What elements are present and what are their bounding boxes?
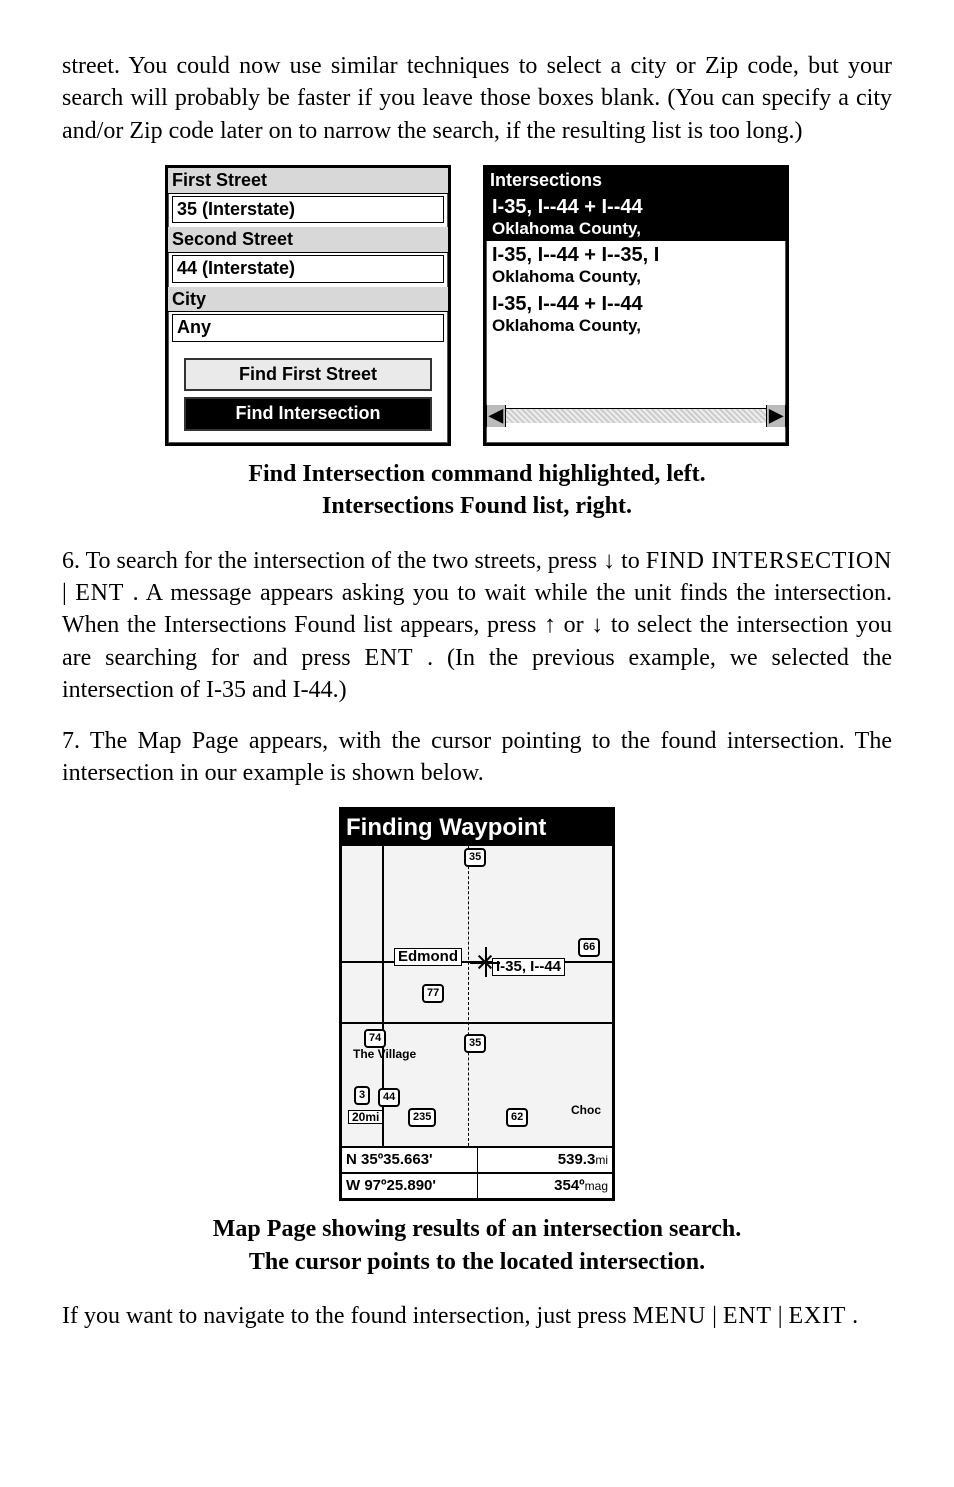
item-line1: I-35, I--44 + I--35, I: [492, 243, 780, 267]
second-street-input[interactable]: 44 (Interstate): [172, 255, 444, 283]
scroll-right-icon[interactable]: ▶: [766, 405, 786, 427]
city-label: City: [168, 287, 448, 313]
intersections-found-list: Intersections I-35, I--44 + I--44 Oklaho…: [483, 165, 789, 446]
route-shield: 66: [578, 938, 600, 957]
longitude: W 97º25.890': [342, 1174, 478, 1198]
place-village: The Village: [350, 1048, 419, 1061]
intersection-label: I-35, I--44: [492, 958, 565, 976]
first-street-input[interactable]: 35 (Interstate): [172, 196, 444, 224]
intro-paragraph: street. You could now use similar techni…: [62, 50, 892, 147]
cursor-center-icon: [476, 953, 494, 971]
route-shield: 62: [506, 1108, 528, 1127]
map-canvas[interactable]: 35 66 77 74 35 3 44 235 62 Edmond I-35, …: [342, 846, 612, 1146]
kbd-find-intersection: FIND INTERSECTION: [646, 548, 892, 574]
intersection-screens: First Street 35 (Interstate) Second Stre…: [62, 165, 892, 446]
route-shield: 35: [464, 1034, 486, 1053]
item-line2: Oklahoma County,: [492, 316, 780, 336]
scroll-track[interactable]: [506, 409, 766, 423]
step-7: 7. The Map Page appears, with the cursor…: [62, 725, 892, 790]
route-shield: 35: [464, 848, 486, 867]
kbd-ent: ENT: [365, 645, 414, 671]
kbd-ent: ENT: [723, 1303, 772, 1329]
item-line2: Oklahoma County,: [492, 267, 780, 287]
item-line2: Oklahoma County,: [492, 219, 780, 239]
scrollbar[interactable]: ◀ ▶: [486, 408, 786, 423]
item-line1: I-35, I--44 + I--44: [492, 292, 780, 316]
place-choc: Choc: [568, 1104, 604, 1117]
list-item[interactable]: I-35, I--44 + I--44 Oklahoma County,: [486, 193, 786, 241]
bearing: 354ºmag: [478, 1174, 613, 1198]
route-shield: 74: [364, 1029, 386, 1048]
list-item[interactable]: I-35, I--44 + I--44 Oklahoma County,: [486, 290, 786, 338]
intersections-title: Intersections: [486, 168, 786, 193]
find-intersection-form: First Street 35 (Interstate) Second Stre…: [165, 165, 451, 446]
distance: 539.3mi: [478, 1148, 613, 1172]
route-shield: 77: [422, 984, 444, 1003]
first-street-label: First Street: [168, 168, 448, 194]
caption-2: Map Page showing results of an intersect…: [62, 1213, 892, 1278]
find-first-street-button[interactable]: Find First Street: [184, 358, 431, 392]
scroll-left-icon[interactable]: ◀: [486, 405, 506, 427]
list-item[interactable]: I-35, I--44 + I--35, I Oklahoma County,: [486, 241, 786, 289]
route-shield: 44: [378, 1088, 400, 1107]
kbd-exit: EXIT: [789, 1303, 847, 1329]
map-title: Finding Waypoint: [342, 810, 612, 845]
kbd-menu: MENU: [633, 1303, 707, 1329]
item-line1: I-35, I--44 + I--44: [492, 195, 780, 219]
find-intersection-button[interactable]: Find Intersection: [184, 397, 431, 431]
step-6: 6. To search for the intersection of the…: [62, 545, 892, 707]
route-shield: 235: [408, 1108, 436, 1127]
map-scale: 20mi: [348, 1110, 383, 1125]
city-input[interactable]: Any: [172, 314, 444, 342]
latitude: N 35º35.663': [342, 1148, 478, 1172]
place-edmond: Edmond: [394, 948, 462, 966]
map-page: Finding Waypoint 35 66 77 74 35 3 44 235…: [339, 807, 615, 1201]
outro: If you want to navigate to the found int…: [62, 1300, 892, 1332]
route-shield: 3: [354, 1086, 370, 1105]
kbd-ent: ENT: [75, 580, 124, 606]
second-street-label: Second Street: [168, 227, 448, 253]
caption-1: Find Intersection command highlighted, l…: [62, 458, 892, 523]
